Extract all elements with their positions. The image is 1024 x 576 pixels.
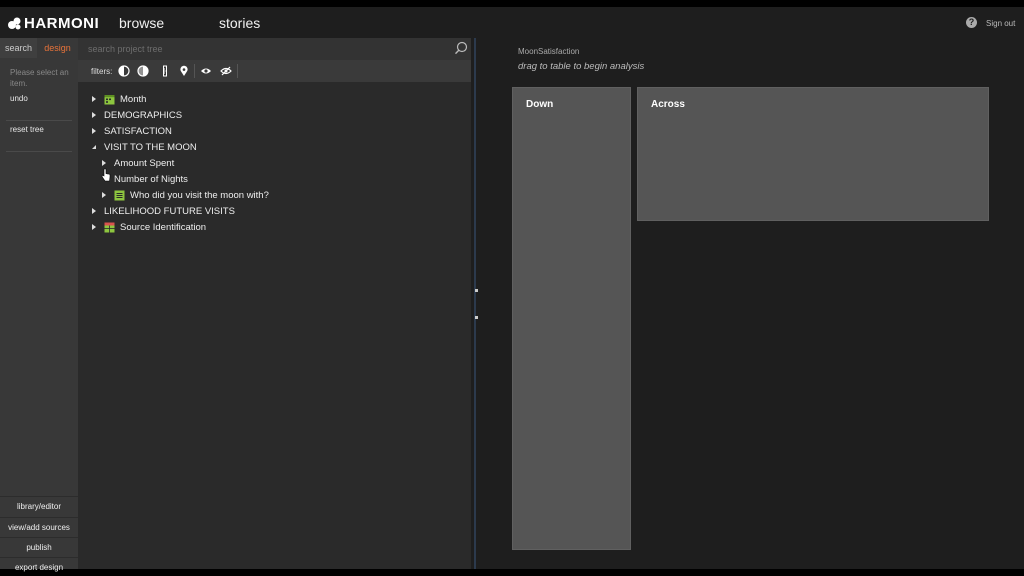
tree-item-label: Number of Nights — [114, 173, 188, 185]
caret-right-icon[interactable] — [90, 95, 98, 103]
nav-stories[interactable]: stories — [219, 15, 260, 31]
table-icon — [104, 222, 115, 232]
panel-splitter[interactable] — [472, 38, 480, 569]
tree-item-likelihood-future-visits[interactable]: LIKELIHOOD FUTURE VISITS — [90, 203, 235, 219]
caret-right-icon[interactable] — [100, 159, 108, 167]
library-editor-button[interactable]: library/editor — [0, 496, 78, 516]
tree-item-label: Amount Spent — [114, 157, 175, 169]
select-item-hint: Please select an item. — [10, 68, 69, 88]
tree-item-demographics[interactable]: DEMOGRAPHICS — [90, 107, 182, 123]
divider — [6, 151, 72, 152]
caret-right-icon[interactable] — [90, 111, 98, 119]
list-icon — [114, 190, 125, 200]
analysis-hint: drag to table to begin analysis — [518, 61, 645, 72]
reset-tree-button[interactable]: reset tree — [10, 125, 44, 134]
tree-item-month[interactable]: Month — [90, 91, 146, 107]
location-pin-filter-icon[interactable] — [178, 65, 190, 77]
caret-expanded-icon[interactable] — [90, 143, 98, 151]
left-sidebar: search design Please select an item. und… — [0, 38, 78, 572]
top-bar: HARMONI browse stories ? Sign out — [0, 7, 1024, 38]
logo-mark-icon — [8, 17, 21, 29]
splitter-handle-icon[interactable] — [475, 289, 478, 292]
down-drop-zone[interactable]: Down — [512, 87, 631, 550]
view-add-sources-button[interactable]: view/add sources — [0, 517, 78, 537]
tab-design[interactable]: design — [37, 38, 78, 58]
tree-item-label: Who did you visit the moon with? — [130, 189, 269, 201]
filter-separator — [194, 64, 195, 78]
tree-item-label: Source Identification — [120, 221, 207, 233]
caret-right-icon[interactable] — [90, 223, 98, 231]
undo-button[interactable]: undo — [10, 94, 28, 103]
eye-hidden-filter-icon[interactable] — [220, 65, 232, 77]
tree-item-label: DEMOGRAPHICS — [104, 109, 183, 121]
tree-item-who-visited-with[interactable]: Who did you visit the moon with? — [100, 187, 269, 203]
tree-item-satisfaction[interactable]: SATISFACTION — [90, 123, 172, 139]
half-circle-left-filter-icon[interactable] — [118, 65, 130, 77]
tree-item-number-of-nights[interactable]: Number of Nights — [114, 171, 188, 187]
filter-separator — [237, 64, 238, 78]
filter-bar: filters: — [78, 60, 471, 82]
ruler-filter-icon[interactable] — [159, 65, 171, 77]
app-window: HARMONI browse stories ? Sign out search… — [0, 7, 1024, 572]
publish-button[interactable]: publish — [0, 537, 78, 557]
tree-item-label: VISIT TO THE MOON — [104, 141, 197, 153]
tree-item-label: LIKELIHOOD FUTURE VISITS — [104, 205, 235, 217]
harmoni-logo[interactable]: HARMONI — [8, 14, 100, 32]
logo-text: HARMONI — [24, 14, 100, 32]
calendar-icon — [104, 94, 115, 104]
splitter-line — [474, 38, 476, 569]
tree-item-label: Month — [120, 93, 147, 105]
nav-browse[interactable]: browse — [119, 15, 164, 31]
project-tree-panel: filters: — [78, 38, 471, 569]
across-drop-zone[interactable]: Across — [637, 87, 989, 221]
caret-right-icon[interactable] — [90, 127, 98, 135]
hand-cursor-icon — [101, 168, 111, 182]
analysis-name: MoonSatisfaction — [518, 47, 580, 56]
eye-filter-icon[interactable] — [200, 65, 212, 77]
export-design-button[interactable]: export design — [0, 557, 78, 576]
splitter-handle-icon[interactable] — [475, 316, 478, 319]
across-label: Across — [651, 99, 685, 110]
divider — [6, 120, 72, 121]
filters-label: filters: — [91, 67, 113, 76]
caret-right-icon[interactable] — [100, 191, 108, 199]
sign-out-link[interactable]: Sign out — [986, 19, 1015, 28]
down-label: Down — [526, 99, 554, 110]
tree-item-source-identification[interactable]: Source Identification — [90, 219, 206, 235]
tree-search-input[interactable] — [88, 42, 438, 56]
tree-item-amount-spent[interactable]: Amount Spent — [100, 155, 174, 171]
help-icon[interactable]: ? — [966, 17, 977, 28]
half-circle-right-filter-icon[interactable] — [137, 65, 149, 77]
caret-right-icon[interactable] — [90, 207, 98, 215]
search-icon[interactable] — [454, 41, 468, 55]
tree-item-visit-to-the-moon[interactable]: VISIT TO THE MOON — [90, 139, 197, 155]
tab-search[interactable]: search — [0, 38, 37, 58]
tree-search-bar — [78, 38, 471, 60]
tree-item-label: SATISFACTION — [104, 125, 172, 137]
